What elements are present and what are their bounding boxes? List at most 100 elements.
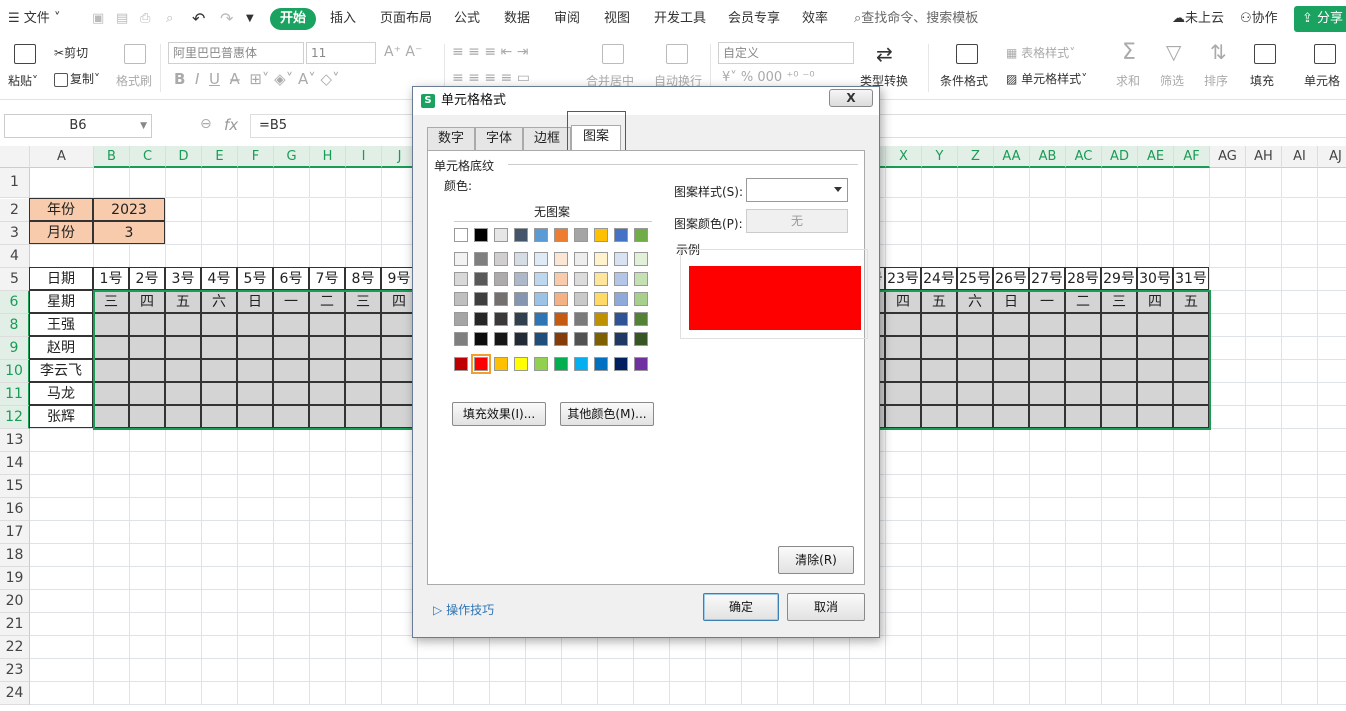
grid-cell[interactable]: [1210, 168, 1246, 198]
grid-cell[interactable]: [994, 452, 1030, 475]
grid-cell[interactable]: [634, 659, 670, 682]
grid-cell[interactable]: [1318, 567, 1346, 590]
grid-cell[interactable]: [1210, 659, 1246, 682]
weekday-cell[interactable]: 五: [1173, 290, 1209, 313]
color-swatch[interactable]: [454, 272, 468, 286]
grid-cell[interactable]: [202, 498, 238, 521]
grid-cell[interactable]: [1174, 659, 1210, 682]
grid-cell[interactable]: [1138, 245, 1174, 268]
grid-cell[interactable]: [814, 682, 850, 705]
select-all-corner[interactable]: [0, 146, 30, 168]
zoom-icon[interactable]: ⊖: [200, 116, 212, 132]
grid-cell[interactable]: [634, 682, 670, 705]
color-swatch[interactable]: [534, 312, 548, 326]
color-swatch[interactable]: [494, 332, 508, 346]
grid-cell[interactable]: [1066, 567, 1102, 590]
grid-cell[interactable]: [1102, 475, 1138, 498]
grid-cell[interactable]: [814, 659, 850, 682]
row-header[interactable]: 24: [0, 682, 30, 705]
grid-cell[interactable]: [346, 475, 382, 498]
grid-cell[interactable]: [1318, 245, 1346, 268]
grid-cell[interactable]: [922, 659, 958, 682]
grid-cell[interactable]: [274, 636, 310, 659]
fill-icon[interactable]: [1254, 44, 1276, 64]
grid-cell[interactable]: [274, 452, 310, 475]
tab-data[interactable]: 数据: [504, 0, 530, 38]
grid-cell[interactable]: [1210, 245, 1246, 268]
grid-cell[interactable]: [1066, 659, 1102, 682]
grid-cell[interactable]: [130, 452, 166, 475]
tab-efficiency[interactable]: 效率: [802, 0, 828, 38]
grid-cell[interactable]: [1174, 199, 1210, 222]
grid-cell[interactable]: [202, 567, 238, 590]
attendance-cell[interactable]: [957, 336, 993, 359]
attendance-cell[interactable]: [957, 405, 993, 428]
grid-cell[interactable]: [1318, 613, 1346, 636]
attendance-cell[interactable]: [1137, 336, 1173, 359]
color-swatch[interactable]: [594, 332, 608, 346]
grid-cell[interactable]: [562, 636, 598, 659]
grid-cell[interactable]: [310, 199, 346, 222]
grid-cell[interactable]: [1282, 429, 1318, 452]
row-header[interactable]: 9: [0, 337, 30, 360]
weekday-cell[interactable]: 六: [957, 290, 993, 313]
grid-cell[interactable]: [526, 682, 562, 705]
grid-cell[interactable]: [1138, 544, 1174, 567]
grid-cell[interactable]: [130, 544, 166, 567]
grid-cell[interactable]: [1282, 383, 1318, 406]
day-header-cell[interactable]: 26号: [993, 267, 1029, 290]
grid-cell[interactable]: [1102, 521, 1138, 544]
wrap-text-icon[interactable]: [666, 44, 688, 64]
color-swatch[interactable]: [614, 292, 628, 306]
grid-cell[interactable]: [886, 682, 922, 705]
grid-cell[interactable]: [274, 429, 310, 452]
color-swatch[interactable]: [554, 292, 568, 306]
share-button[interactable]: ⇪ 分享: [1294, 6, 1346, 32]
tab-page-layout[interactable]: 页面布局: [380, 0, 432, 38]
grid-cell[interactable]: [994, 567, 1030, 590]
grid-cell[interactable]: [526, 636, 562, 659]
tips-link[interactable]: ▷ 操作技巧: [433, 601, 494, 618]
grid-cell[interactable]: [310, 498, 346, 521]
color-swatch[interactable]: [474, 312, 488, 326]
grid-cell[interactable]: [886, 521, 922, 544]
attendance-cell[interactable]: [993, 313, 1029, 336]
weekday-cell[interactable]: 四: [885, 290, 921, 313]
grid-cell[interactable]: [886, 590, 922, 613]
employee-name-cell[interactable]: 王强: [29, 313, 93, 336]
color-swatch[interactable]: [454, 332, 468, 346]
color-swatch[interactable]: [634, 312, 648, 326]
undo-icon[interactable]: ↶: [192, 0, 205, 38]
grid-cell[interactable]: [1318, 521, 1346, 544]
grid-cell[interactable]: [94, 245, 130, 268]
grid-cell[interactable]: [994, 498, 1030, 521]
grid-cell[interactable]: [1066, 429, 1102, 452]
color-swatch[interactable]: [494, 228, 508, 242]
row-header[interactable]: 23: [0, 659, 30, 682]
grid-cell[interactable]: [1138, 636, 1174, 659]
grid-cell[interactable]: [1030, 659, 1066, 682]
color-swatch[interactable]: [494, 357, 508, 371]
grid-cell[interactable]: [94, 521, 130, 544]
grid-cell[interactable]: [850, 659, 886, 682]
grid-cell[interactable]: [1282, 521, 1318, 544]
font-name-select[interactable]: 阿里巴巴普惠体: [168, 42, 304, 64]
attendance-cell[interactable]: [345, 382, 381, 405]
grid-cell[interactable]: [30, 429, 94, 452]
grid-cell[interactable]: [922, 168, 958, 198]
grid-cell[interactable]: [1282, 498, 1318, 521]
color-swatch[interactable]: [534, 292, 548, 306]
cancel-button[interactable]: 取消: [787, 593, 865, 621]
grid-cell[interactable]: [1138, 590, 1174, 613]
attendance-cell[interactable]: [993, 336, 1029, 359]
color-swatch[interactable]: [574, 252, 588, 266]
grid-cell[interactable]: [346, 544, 382, 567]
grid-cell[interactable]: [346, 590, 382, 613]
grid-cell[interactable]: [238, 475, 274, 498]
grid-cell[interactable]: [958, 199, 994, 222]
color-swatch[interactable]: [474, 252, 488, 266]
grid-cell[interactable]: [166, 429, 202, 452]
grid-cell[interactable]: [1210, 222, 1246, 245]
color-swatch[interactable]: [554, 252, 568, 266]
grid-cell[interactable]: [490, 682, 526, 705]
